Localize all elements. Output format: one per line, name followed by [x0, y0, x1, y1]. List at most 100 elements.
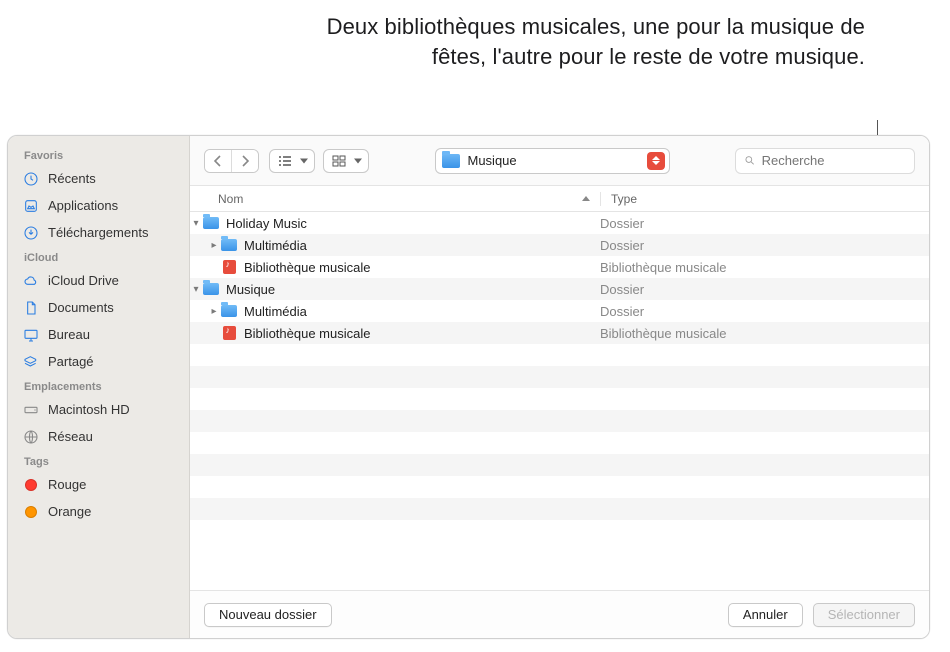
location-popup[interactable]: Musique	[435, 148, 670, 174]
file-type: Dossier	[600, 216, 644, 231]
folder-icon	[220, 239, 238, 251]
column-headers: Nom Type	[190, 186, 929, 212]
search-input[interactable]	[762, 153, 906, 168]
new-folder-button[interactable]: Nouveau dossier	[204, 603, 332, 627]
main-panel: Musique Nom Type ▾	[190, 136, 929, 638]
sidebar-item-shared[interactable]: Partagé	[8, 348, 189, 375]
app-icon	[22, 197, 40, 215]
sidebar-section-tags: Tags	[8, 450, 189, 471]
empty-row	[190, 498, 929, 520]
sidebar-item-label: Macintosh HD	[48, 402, 130, 417]
list-icon	[278, 155, 292, 167]
file-name: Musique	[220, 282, 275, 297]
disclosure-closed-icon[interactable]: ▸	[208, 306, 220, 317]
file-row[interactable]: Bibliothèque musicale Bibliothèque music…	[190, 256, 929, 278]
file-row[interactable]: Bibliothèque musicale Bibliothèque music…	[190, 322, 929, 344]
file-row[interactable]: ▾ Holiday Music Dossier	[190, 212, 929, 234]
sidebar-item-label: Documents	[48, 300, 114, 315]
empty-row	[190, 366, 929, 388]
search-icon	[744, 154, 756, 167]
view-list-popup[interactable]	[269, 149, 315, 173]
doc-icon	[22, 299, 40, 317]
disclosure-open-icon[interactable]: ▾	[190, 284, 202, 295]
shared-icon	[22, 353, 40, 371]
file-name: Multimédia	[238, 238, 307, 253]
sidebar-item-label: Réseau	[48, 429, 93, 444]
tag-red-icon	[22, 476, 40, 494]
sidebar: Favoris Récents Applications Téléchargem…	[8, 136, 190, 638]
sidebar-item-label: Applications	[48, 198, 118, 213]
sidebar-item-tag-orange[interactable]: Orange	[8, 498, 189, 525]
nav-back-forward	[204, 149, 259, 173]
sidebar-section-favoris: Favoris	[8, 144, 189, 165]
file-name: Multimédia	[238, 304, 307, 319]
nav-back-button[interactable]	[205, 150, 231, 172]
file-type: Dossier	[600, 304, 644, 319]
download-icon	[22, 224, 40, 242]
file-row[interactable]: ▸ Multimédia Dossier	[190, 234, 929, 256]
column-name-label: Nom	[218, 192, 243, 206]
sidebar-item-icloud-drive[interactable]: iCloud Drive	[8, 267, 189, 294]
file-name: Bibliothèque musicale	[238, 260, 370, 275]
sidebar-item-downloads[interactable]: Téléchargements	[8, 219, 189, 246]
file-name: Holiday Music	[220, 216, 307, 231]
file-type: Dossier	[600, 282, 644, 297]
empty-row	[190, 432, 929, 454]
sidebar-item-network[interactable]: Réseau	[8, 423, 189, 450]
empty-row	[190, 454, 929, 476]
file-type: Bibliothèque musicale	[600, 260, 726, 275]
sidebar-item-desktop[interactable]: Bureau	[8, 321, 189, 348]
location-label: Musique	[468, 153, 517, 168]
finder-window: Favoris Récents Applications Téléchargem…	[7, 135, 930, 639]
sidebar-item-label: Orange	[48, 504, 91, 519]
file-type: Dossier	[600, 238, 644, 253]
folder-icon	[220, 305, 238, 317]
cancel-button[interactable]: Annuler	[728, 603, 803, 627]
sidebar-item-label: iCloud Drive	[48, 273, 119, 288]
grid-icon	[332, 155, 346, 167]
column-type-label: Type	[611, 192, 637, 206]
disclosure-open-icon[interactable]: ▾	[190, 218, 202, 229]
desktop-icon	[22, 326, 40, 344]
column-name[interactable]: Nom	[218, 192, 600, 206]
sidebar-item-documents[interactable]: Documents	[8, 294, 189, 321]
sidebar-item-label: Partagé	[48, 354, 94, 369]
search-field[interactable]	[735, 148, 915, 174]
library-icon	[220, 326, 238, 340]
view-group-popup[interactable]	[323, 149, 369, 173]
library-icon	[220, 260, 238, 274]
file-name: Bibliothèque musicale	[238, 326, 370, 341]
sidebar-section-icloud: iCloud	[8, 246, 189, 267]
file-row[interactable]: ▾ Musique Dossier	[190, 278, 929, 300]
column-type[interactable]: Type	[600, 192, 917, 206]
sidebar-item-label: Récents	[48, 171, 96, 186]
select-button[interactable]: Sélectionner	[813, 603, 915, 627]
file-list: ▾ Holiday Music Dossier ▸ Multimédia Dos…	[190, 212, 929, 590]
updown-caret-icon	[647, 152, 665, 170]
disclosure-closed-icon[interactable]: ▸	[208, 240, 220, 251]
sidebar-item-applications[interactable]: Applications	[8, 192, 189, 219]
empty-row	[190, 520, 929, 542]
sidebar-item-label: Bureau	[48, 327, 90, 342]
sidebar-item-label: Téléchargements	[48, 225, 148, 240]
empty-row	[190, 410, 929, 432]
cloud-icon	[22, 272, 40, 290]
sidebar-item-macintosh-hd[interactable]: Macintosh HD	[8, 396, 189, 423]
empty-row	[190, 476, 929, 498]
globe-icon	[22, 428, 40, 446]
folder-icon	[442, 154, 460, 168]
annotation-text: Deux bibliothèques musicales, une pour l…	[325, 12, 865, 71]
footer: Nouveau dossier Annuler Sélectionner	[190, 590, 929, 638]
clock-icon	[22, 170, 40, 188]
file-row[interactable]: ▸ Multimédia Dossier	[190, 300, 929, 322]
empty-row	[190, 344, 929, 366]
sidebar-item-tag-red[interactable]: Rouge	[8, 471, 189, 498]
tag-orange-icon	[22, 503, 40, 521]
sidebar-item-label: Rouge	[48, 477, 86, 492]
nav-forward-button[interactable]	[231, 150, 258, 172]
disk-icon	[22, 401, 40, 419]
sidebar-item-recents[interactable]: Récents	[8, 165, 189, 192]
toolbar: Musique	[190, 136, 929, 186]
file-type: Bibliothèque musicale	[600, 326, 726, 341]
folder-icon	[202, 217, 220, 229]
